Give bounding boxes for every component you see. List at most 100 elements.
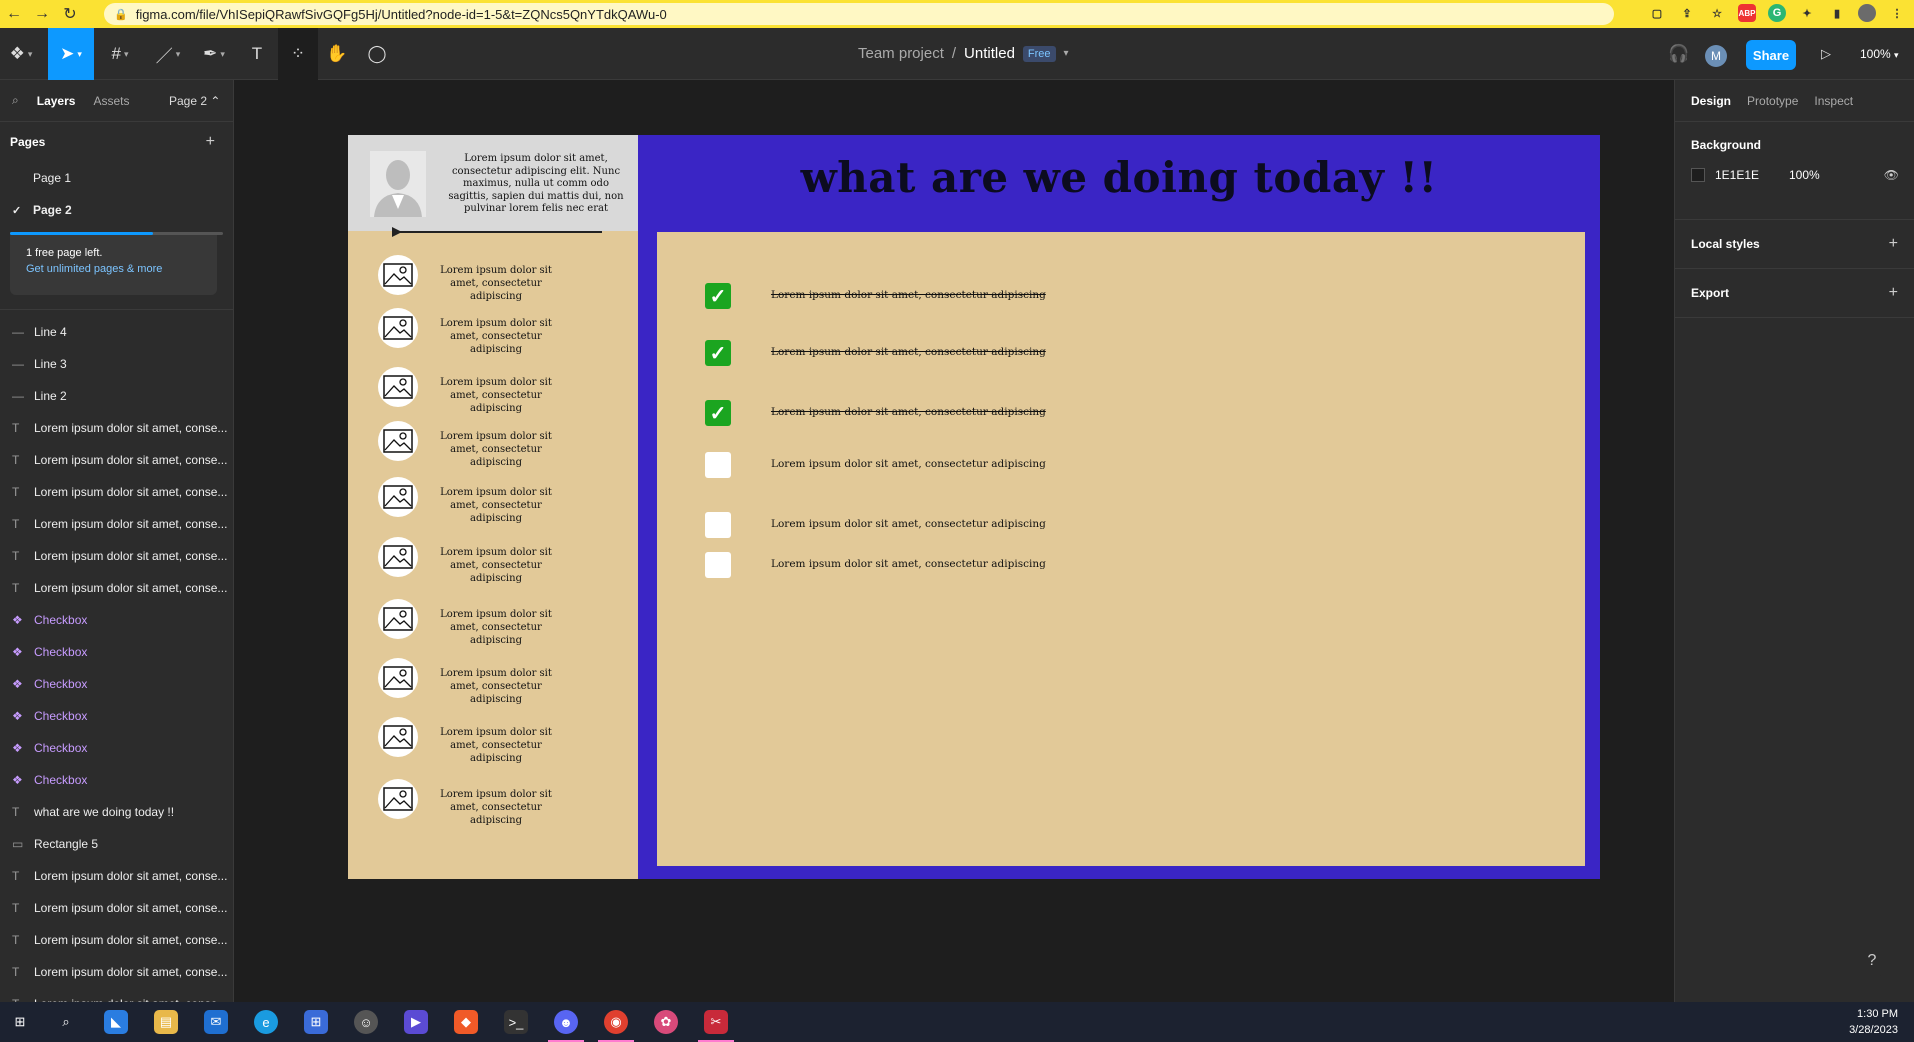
app-icon[interactable]: ◣ [104, 1010, 128, 1034]
layer-item[interactable]: ❖ Checkbox [0, 636, 233, 668]
app-icon[interactable]: ✂ [698, 1010, 734, 1042]
profile-card[interactable]: Lorem ipsum dolor sit amet, consectetur … [348, 135, 638, 231]
address-bar[interactable]: 🔒 figma.com/file/VhISepiQRawfSivGQFg5Hj/… [104, 3, 1614, 25]
upgrade-link[interactable]: Get unlimited pages & more [26, 263, 201, 275]
bookmark-page-icon[interactable]: ▢ [1648, 4, 1666, 22]
pen-tool-icon[interactable]: ✒ ▾ [194, 28, 234, 80]
layer-item[interactable]: TLorem ipsum dolor sit amet, conse... [0, 956, 233, 988]
side-list-item[interactable]: Lorem ipsum dolor sit amet, consectetur … [378, 308, 628, 355]
side-list-item[interactable]: Lorem ipsum dolor sit amet, consectetur … [378, 599, 628, 646]
reload-icon[interactable]: ↻ [56, 4, 84, 24]
chrome-icon[interactable]: ◉ [598, 1010, 634, 1042]
add-page-icon[interactable]: + [206, 133, 215, 151]
grammarly-extension-icon[interactable]: G [1768, 4, 1786, 22]
layer-item[interactable]: ❖ Checkbox [0, 604, 233, 636]
layer-item[interactable]: — Line 3 [0, 348, 233, 380]
windows-start-icon[interactable]: ⊞ [8, 1010, 32, 1034]
background-hex-input[interactable]: 1E1E1E [1715, 168, 1789, 182]
mail-icon[interactable]: ✉ [204, 1010, 228, 1034]
present-play-icon[interactable]: ▷ [1816, 28, 1836, 80]
page-item[interactable]: ✓ Page 2 [0, 194, 233, 226]
layer-item[interactable]: TLorem ipsum dolor sit amet, conse... [0, 412, 233, 444]
search-icon[interactable]: ⌕ [54, 1010, 78, 1034]
app-icon[interactable]: ▶ [404, 1010, 428, 1034]
layer-item[interactable]: TLorem ipsum dolor sit amet, conse... [0, 444, 233, 476]
checkbox-unchecked[interactable] [705, 512, 731, 538]
layer-item[interactable]: ❖ Checkbox [0, 700, 233, 732]
side-list-item[interactable]: Lorem ipsum dolor sit amet, consectetur … [378, 537, 628, 584]
design-frame[interactable]: Lorem ipsum dolor sit amet, consectetur … [348, 135, 1600, 879]
tab-layers[interactable]: Layers [37, 94, 76, 108]
search-icon[interactable]: ⌕ [12, 93, 19, 108]
extensions-puzzle-icon[interactable]: ✦ [1798, 4, 1816, 22]
line-tool-icon[interactable]: ／ ▾ [148, 28, 188, 80]
star-icon[interactable]: ☆ [1708, 4, 1726, 22]
tab-prototype[interactable]: Prototype [1747, 94, 1798, 108]
sidebar-icon[interactable]: ▮ [1828, 4, 1846, 22]
checkbox-checked[interactable]: ✓ [705, 283, 731, 309]
todo-card[interactable]: ✓ Lorem ipsum dolor sit amet, consectetur… [657, 232, 1585, 866]
side-list-item[interactable]: Lorem ipsum dolor sit amet, consectetur … [378, 477, 628, 524]
layer-item[interactable]: TLorem ipsum dolor sit amet, conse... [0, 860, 233, 892]
layer-item[interactable]: TLorem ipsum dolor sit amet, conse... [0, 508, 233, 540]
brave-icon[interactable]: ◆ [454, 1010, 478, 1034]
checkbox-checked[interactable]: ✓ [705, 340, 731, 366]
figma-menu-icon[interactable]: ❖ ▾ [0, 28, 42, 80]
share-page-icon[interactable]: ⇪ [1678, 4, 1696, 22]
background-swatch[interactable] [1691, 168, 1705, 182]
edge-icon[interactable]: e [254, 1010, 278, 1034]
layer-item[interactable]: TLorem ipsum dolor sit amet, conse... [0, 476, 233, 508]
layer-item[interactable]: TLorem ipsum dolor sit amet, conse... [0, 988, 233, 1002]
layer-item[interactable]: — Line 4 [0, 316, 233, 348]
side-list-item[interactable]: Lorem ipsum dolor sit amet, consectetur … [378, 367, 628, 414]
layer-item[interactable]: Twhat are we doing today !! [0, 796, 233, 828]
forward-arrow-icon[interactable]: → [28, 5, 56, 23]
terminal-icon[interactable]: >_ [504, 1010, 528, 1034]
team-name[interactable]: Team project [858, 45, 944, 62]
discord-icon[interactable]: ☻ [548, 1010, 584, 1042]
side-column[interactable]: Lorem ipsum dolor sit amet, consectetur … [348, 135, 638, 879]
page-title[interactable]: what are we doing today !! [638, 153, 1600, 202]
hand-tool-icon[interactable]: ✋ [320, 28, 354, 80]
avatar[interactable]: M [1705, 45, 1727, 67]
layer-item[interactable]: TLorem ipsum dolor sit amet, conse... [0, 540, 233, 572]
side-list-item[interactable]: Lorem ipsum dolor sit amet, consectetur … [378, 255, 628, 302]
comment-icon[interactable]: ◯ [360, 28, 394, 80]
layer-item[interactable]: ❖ Checkbox [0, 764, 233, 796]
checkbox-checked[interactable]: ✓ [705, 400, 731, 426]
store-icon[interactable]: ⊞ [304, 1010, 328, 1034]
menu-dots-icon[interactable]: ⋮ [1888, 4, 1906, 22]
page-item[interactable]: Page 1 [0, 162, 233, 194]
side-list-item[interactable]: Lorem ipsum dolor sit amet, consectetur … [378, 421, 628, 468]
file-explorer-icon[interactable]: ▤ [154, 1010, 178, 1034]
share-button[interactable]: Share [1746, 40, 1796, 70]
headphones-icon[interactable]: 🎧 [1664, 28, 1694, 80]
background-opacity-input[interactable]: 100% [1789, 168, 1820, 182]
side-list-item[interactable]: Lorem ipsum dolor sit amet, consectetur … [378, 779, 628, 826]
layer-item[interactable]: TLorem ipsum dolor sit amet, conse... [0, 572, 233, 604]
checkbox-unchecked[interactable] [705, 452, 731, 478]
layer-item[interactable]: ▭ Rectangle 5 [0, 828, 233, 860]
layer-item[interactable]: TLorem ipsum dolor sit amet, conse... [0, 892, 233, 924]
layer-item[interactable]: TLorem ipsum dolor sit amet, conse... [0, 924, 233, 956]
zoom-level[interactable]: 100% ▾ [1860, 47, 1899, 61]
frame-tool-icon[interactable]: # ▾ [100, 28, 140, 80]
add-style-icon[interactable]: + [1889, 235, 1898, 253]
help-button[interactable]: ? [1855, 944, 1889, 978]
components-icon[interactable]: ⁘ [278, 28, 318, 80]
layer-item[interactable]: ❖ Checkbox [0, 732, 233, 764]
tab-assets[interactable]: Assets [93, 94, 129, 108]
profile-avatar-icon[interactable] [1858, 4, 1876, 22]
chevron-down-icon[interactable]: ▾ [1064, 48, 1069, 59]
tab-inspect[interactable]: Inspect [1814, 94, 1853, 108]
text-tool-icon[interactable]: T [240, 28, 274, 80]
move-tool-icon[interactable]: ➤ ▾ [48, 28, 94, 80]
adblock-extension-icon[interactable]: ABP [1738, 4, 1756, 22]
back-arrow-icon[interactable]: ← [0, 5, 28, 23]
page-selector[interactable]: Page 2 ⌃ [169, 94, 220, 108]
layer-item[interactable]: ❖ Checkbox [0, 668, 233, 700]
eye-icon[interactable]: 👁 [1884, 168, 1899, 182]
layer-item[interactable]: — Line 2 [0, 380, 233, 412]
clock[interactable]: 1:30 PM 3/28/2023 [1849, 1006, 1898, 1038]
side-list-item[interactable]: Lorem ipsum dolor sit amet, consectetur … [378, 717, 628, 764]
